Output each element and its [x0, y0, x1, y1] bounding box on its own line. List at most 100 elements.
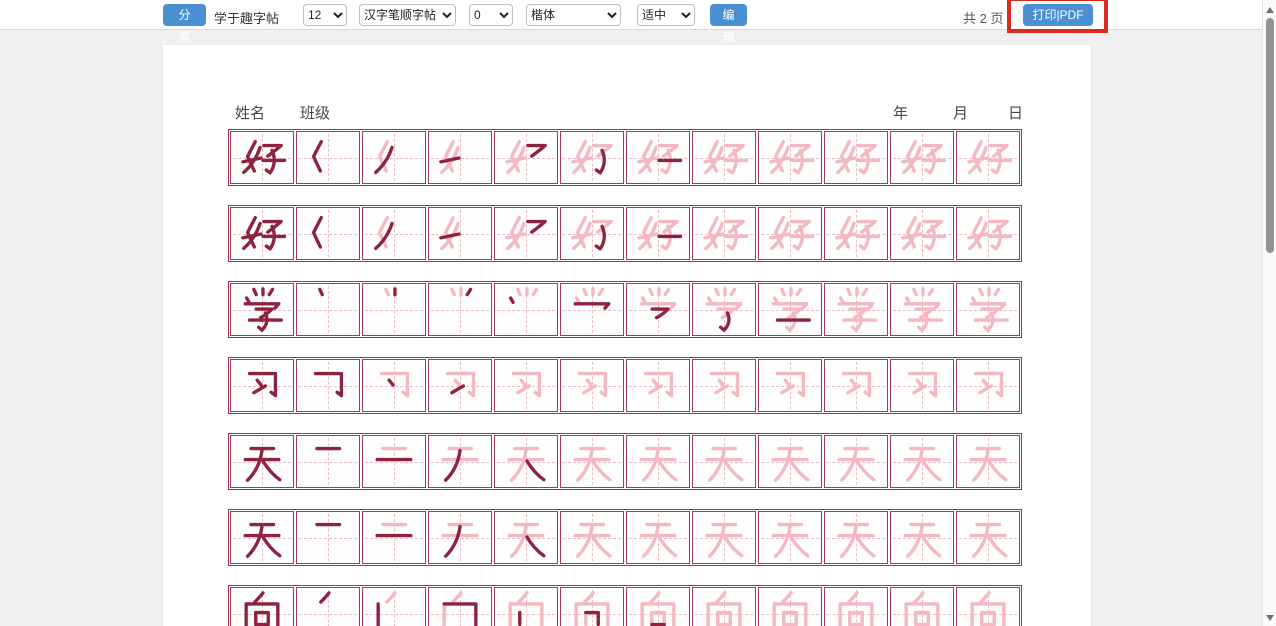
practice-cell	[230, 587, 294, 626]
practice-cell	[824, 587, 888, 626]
character-glyph	[698, 210, 750, 258]
character-glyph	[962, 210, 1014, 258]
practice-cell	[626, 131, 690, 184]
practice-cell	[758, 587, 822, 626]
character-glyph	[566, 438, 618, 486]
practice-cell	[692, 435, 756, 488]
character-glyph	[236, 514, 288, 562]
edit-button[interactable]: 编辑	[710, 4, 747, 26]
character-glyph	[632, 590, 684, 626]
practice-cell	[692, 283, 756, 336]
practice-cell	[560, 283, 624, 336]
practice-cell	[626, 587, 690, 626]
practice-cell	[494, 511, 558, 564]
character-glyph	[962, 362, 1014, 410]
practice-cell	[230, 131, 294, 184]
practice-cell	[560, 131, 624, 184]
practice-cell	[494, 435, 558, 488]
worksheet-page: 姓名 班级 年 月 日	[163, 45, 1091, 626]
character-glyph	[500, 362, 552, 410]
character-glyph	[302, 362, 354, 410]
practice-cell	[362, 207, 426, 260]
practice-cell	[362, 587, 426, 626]
character-glyph	[896, 210, 948, 258]
font-style-select[interactable]: 楷体	[526, 4, 621, 26]
character-glyph	[764, 286, 816, 334]
practice-cell	[296, 359, 360, 412]
character-glyph	[302, 210, 354, 258]
character-glyph	[566, 514, 618, 562]
character-glyph	[302, 134, 354, 182]
practice-cell	[494, 131, 558, 184]
practice-cell	[956, 511, 1020, 564]
character-glyph	[896, 286, 948, 334]
density-select[interactable]: 适中	[637, 4, 695, 26]
practice-cell	[758, 359, 822, 412]
character-glyph	[368, 286, 420, 334]
practice-cell	[824, 359, 888, 412]
character-glyph	[434, 590, 486, 626]
character-glyph	[764, 362, 816, 410]
practice-cell	[956, 587, 1020, 626]
practice-cell	[230, 511, 294, 564]
practice-cell	[692, 207, 756, 260]
practice-cell	[890, 131, 954, 184]
practice-cell	[362, 283, 426, 336]
practice-cell	[890, 359, 954, 412]
character-glyph	[566, 590, 618, 626]
practice-grid	[228, 129, 1022, 626]
character-glyph	[368, 210, 420, 258]
character-glyph	[566, 134, 618, 182]
practice-cell	[956, 131, 1020, 184]
character-glyph	[896, 438, 948, 486]
character-glyph	[764, 210, 816, 258]
character-glyph	[302, 514, 354, 562]
share-button[interactable]: 分享	[163, 4, 206, 26]
character-glyph	[632, 210, 684, 258]
character-glyph	[632, 286, 684, 334]
practice-cell	[296, 435, 360, 488]
site-title: 学于趣字帖	[214, 8, 279, 27]
sheet-type-select[interactable]: 汉字笔顺字帖	[359, 4, 456, 26]
practice-cell	[890, 207, 954, 260]
class-label: 班级	[300, 102, 330, 123]
stroke-option-select[interactable]: 0	[469, 4, 513, 26]
scroll-down-icon[interactable]	[1266, 615, 1274, 621]
character-glyph	[302, 286, 354, 334]
practice-row	[228, 357, 1022, 414]
practice-row	[228, 129, 1022, 186]
practice-cell	[890, 587, 954, 626]
practice-cell	[296, 207, 360, 260]
vertical-scrollbar[interactable]	[1262, 0, 1276, 626]
practice-cell	[428, 131, 492, 184]
practice-cell	[494, 587, 558, 626]
practice-cell	[890, 283, 954, 336]
practice-cell	[428, 435, 492, 488]
practice-cell	[560, 207, 624, 260]
practice-cell	[296, 131, 360, 184]
character-glyph	[236, 362, 288, 410]
character-glyph	[830, 210, 882, 258]
character-glyph	[698, 514, 750, 562]
font-size-select[interactable]: 12	[303, 4, 347, 26]
character-glyph	[236, 438, 288, 486]
print-pdf-button[interactable]: 打印|PDF	[1023, 4, 1093, 26]
practice-cell	[230, 435, 294, 488]
practice-cell	[230, 207, 294, 260]
character-glyph	[302, 590, 354, 626]
character-glyph	[500, 590, 552, 626]
day-label: 日	[1008, 102, 1023, 123]
practice-cell	[824, 435, 888, 488]
practice-cell	[428, 359, 492, 412]
character-glyph	[434, 438, 486, 486]
character-glyph	[500, 438, 552, 486]
practice-cell	[230, 359, 294, 412]
character-glyph	[698, 134, 750, 182]
practice-cell	[362, 435, 426, 488]
character-glyph	[500, 514, 552, 562]
scrollbar-thumb[interactable]	[1266, 18, 1274, 253]
practice-row	[228, 509, 1022, 566]
practice-cell	[428, 283, 492, 336]
scroll-up-icon[interactable]	[1266, 7, 1274, 13]
practice-cell	[692, 511, 756, 564]
